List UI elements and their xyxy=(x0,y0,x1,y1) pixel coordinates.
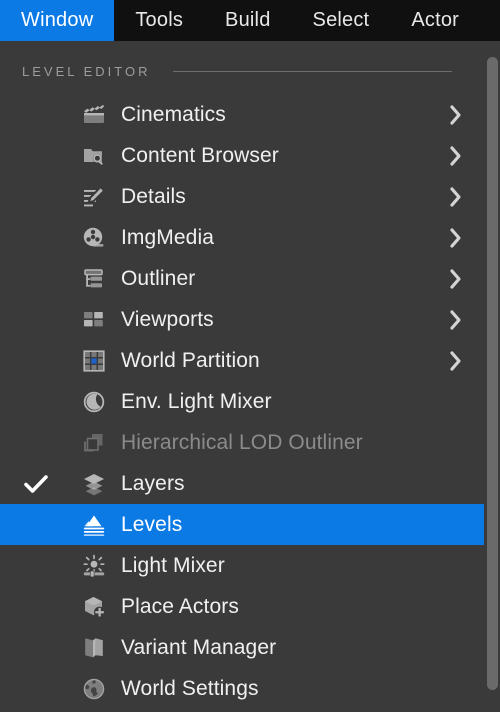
menu-item-label: Env. Light Mixer xyxy=(121,389,272,413)
check-slot-empty xyxy=(0,135,72,176)
chevron-right-icon xyxy=(444,135,468,176)
check-slot-empty xyxy=(0,504,72,545)
moon-circle-icon xyxy=(72,381,116,422)
menu-item-label: Details xyxy=(121,184,186,208)
menu-item-cinematics[interactable]: Cinematics xyxy=(0,94,484,135)
check-slot-empty xyxy=(0,545,72,586)
menu-item-label: Hierarchical LOD Outliner xyxy=(121,430,363,454)
grid-cell-icon xyxy=(72,340,116,381)
menu-item-world-partition[interactable]: World Partition xyxy=(0,340,484,381)
chevron-right-icon xyxy=(444,299,468,340)
open-book-icon xyxy=(72,627,116,668)
window-dropdown-menu: LEVEL EDITOR Cinematics Content Browser … xyxy=(0,41,500,712)
menu-bar: Window Tools Build Select Actor xyxy=(0,0,500,41)
chevron-right-icon xyxy=(444,94,468,135)
check-slot-empty xyxy=(0,422,72,463)
check-slot-empty xyxy=(0,586,72,627)
menubar-item-label: Window xyxy=(21,9,94,31)
check-slot-empty xyxy=(0,381,72,422)
check-slot-empty xyxy=(0,340,72,381)
menu-item-content-browser[interactable]: Content Browser xyxy=(0,135,484,176)
menu-item-label: ImgMedia xyxy=(121,225,215,249)
chevron-right-icon xyxy=(444,176,468,217)
cube-plus-icon xyxy=(72,586,116,627)
menu-item-levels[interactable]: Levels xyxy=(0,504,484,545)
menu-item-imgmedia[interactable]: ImgMedia xyxy=(0,217,484,258)
menu-item-label: Cinematics xyxy=(121,102,226,126)
vertical-scrollbar-track[interactable] xyxy=(484,41,500,712)
folder-search-icon xyxy=(72,135,116,176)
clapperboard-icon xyxy=(72,94,116,135)
film-reel-icon xyxy=(72,217,116,258)
section-header-divider xyxy=(173,70,452,72)
menu-item-label: Layers xyxy=(121,471,185,495)
menubar-item-build[interactable]: Build xyxy=(204,0,291,41)
globe-icon xyxy=(72,668,116,709)
chevron-right-icon xyxy=(444,340,468,381)
menubar-item-label: Actor xyxy=(411,9,460,31)
menubar-item-label: Build xyxy=(225,9,271,31)
menu-item-light-mixer[interactable]: Light Mixer xyxy=(0,545,484,586)
menubar-item-actor[interactable]: Actor xyxy=(390,0,480,41)
menu-item-layers[interactable]: Layers xyxy=(0,463,484,504)
menubar-item-select[interactable]: Select xyxy=(292,0,391,41)
menubar-item-label: Select xyxy=(312,9,370,31)
check-icon xyxy=(0,463,72,504)
pencil-lines-icon xyxy=(72,176,116,217)
menubar-item-label: Tools xyxy=(135,9,184,31)
menu-item-env-light-mixer[interactable]: Env. Light Mixer xyxy=(0,381,484,422)
menu-item-world-settings[interactable]: World Settings xyxy=(0,668,484,709)
menu-item-variant-manager[interactable]: Variant Manager xyxy=(0,627,484,668)
check-slot-empty xyxy=(0,627,72,668)
menu-item-label: Outliner xyxy=(121,266,196,290)
menu-item-label: Light Mixer xyxy=(121,553,225,577)
tree-list-icon xyxy=(72,258,116,299)
menu-item-label: Levels xyxy=(121,512,183,536)
grid-panels-icon xyxy=(72,299,116,340)
check-slot-empty xyxy=(0,299,72,340)
bulb-slider-icon xyxy=(72,545,116,586)
stacked-boxes-icon xyxy=(72,422,116,463)
menu-item-outliner[interactable]: Outliner xyxy=(0,258,484,299)
menubar-item-tools[interactable]: Tools xyxy=(114,0,204,41)
chevron-right-icon xyxy=(444,217,468,258)
menu-item-label: Variant Manager xyxy=(121,635,277,659)
menu-item-place-actors[interactable]: Place Actors xyxy=(0,586,484,627)
check-slot-empty xyxy=(0,258,72,299)
menu-item-hierarchical-lod-outliner: Hierarchical LOD Outliner xyxy=(0,422,484,463)
menu-item-label: World Partition xyxy=(121,348,260,372)
vertical-scrollbar-thumb[interactable] xyxy=(487,57,498,690)
check-slot-empty xyxy=(0,668,72,709)
mountains-icon xyxy=(72,504,116,545)
menu-item-label: Content Browser xyxy=(121,143,279,167)
check-slot-empty xyxy=(0,176,72,217)
check-slot-empty xyxy=(0,94,72,135)
section-header-level-editor: LEVEL EDITOR xyxy=(0,59,484,83)
layers-icon xyxy=(72,463,116,504)
menubar-item-window[interactable]: Window xyxy=(0,0,115,41)
check-slot-empty xyxy=(0,217,72,258)
menu-item-details[interactable]: Details xyxy=(0,176,484,217)
menu-item-label: Viewports xyxy=(121,307,214,331)
section-header-label: LEVEL EDITOR xyxy=(22,63,151,79)
menu-item-viewports[interactable]: Viewports xyxy=(0,299,484,340)
chevron-right-icon xyxy=(444,258,468,299)
menu-item-label: Place Actors xyxy=(121,594,239,618)
menu-item-list: Cinematics Content Browser Details ImgMe… xyxy=(0,94,484,709)
menu-item-label: World Settings xyxy=(121,676,259,700)
